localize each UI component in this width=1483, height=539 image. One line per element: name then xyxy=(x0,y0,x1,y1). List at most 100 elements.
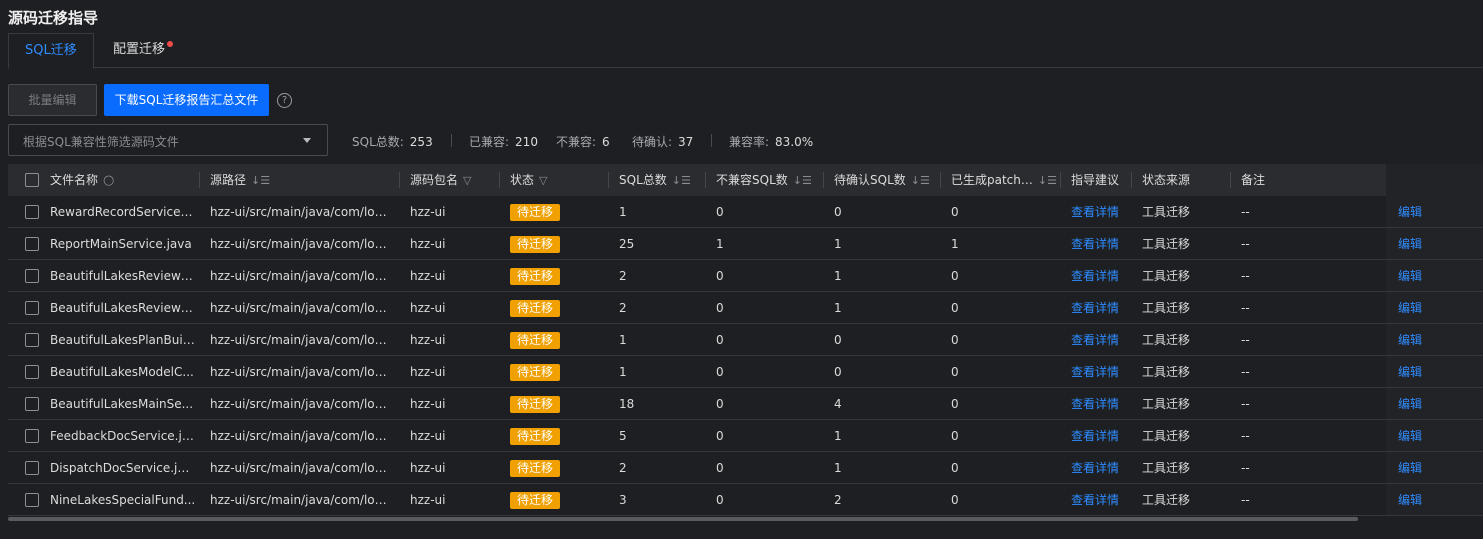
cell-path: hzz-ui/src/main/java/com/lonh... xyxy=(210,301,394,315)
cell-action[interactable]: 编辑 xyxy=(1398,228,1458,260)
cell-action[interactable]: 编辑 xyxy=(1398,324,1458,356)
cell-path: hzz-ui/src/main/java/com/lonh... xyxy=(210,205,394,219)
cell-status-source: 工具迁移 xyxy=(1142,493,1191,507)
cell-pending: 1 xyxy=(834,237,842,251)
header-filename[interactable]: 文件名称 ○ xyxy=(50,164,114,196)
cell-remark: -- xyxy=(1241,205,1250,219)
header-sql-total[interactable]: SQL总数 ↓☰ xyxy=(619,164,691,196)
cell-action[interactable]: 编辑 xyxy=(1398,388,1458,420)
row-checkbox[interactable] xyxy=(25,461,39,475)
cell-status: 待迁移 xyxy=(510,452,600,484)
table-row: BeautifulLakesPlanBuil... hzz-ui/src/main… xyxy=(8,324,1483,356)
cell-sql-total: 2 xyxy=(619,269,627,283)
cell-advice[interactable]: 查看详情 xyxy=(1071,324,1131,356)
cell-advice[interactable]: 查看详情 xyxy=(1071,260,1131,292)
cell-action[interactable]: 编辑 xyxy=(1398,356,1458,388)
table-row: BeautifulLakesReviewR... hzz-ui/src/main/… xyxy=(8,292,1483,324)
tab-bar: SQL迁移 配置迁移 xyxy=(8,33,1483,69)
row-checkbox[interactable] xyxy=(25,237,39,251)
filter-icon: ▽ xyxy=(463,174,472,187)
stat-pending: 待确认: 37 xyxy=(632,135,694,149)
horizontal-scrollbar[interactable] xyxy=(8,517,1358,521)
header-package[interactable]: 源码包名 ▽ xyxy=(410,164,471,196)
table-header: 文件名称 ○ 源路径 ↓☰ 源码包名 ▽ 状态 ▽ SQL总数 ↓☰ 不兼容SQL数 ↓☰ … xyxy=(8,164,1483,196)
cell-advice[interactable]: 查看详情 xyxy=(1071,452,1131,484)
status-badge: 待迁移 xyxy=(510,396,561,413)
row-checkbox[interactable] xyxy=(25,397,39,411)
cell-pending: 0 xyxy=(834,333,842,347)
cell-incompatible: 0 xyxy=(716,333,724,347)
cell-advice[interactable]: 查看详情 xyxy=(1071,388,1131,420)
table-row: DispatchDocService.java hzz-ui/src/main/j… xyxy=(8,452,1483,484)
header-path[interactable]: 源路径 ↓☰ xyxy=(210,164,270,196)
tab-label: SQL迁移 xyxy=(25,43,77,58)
cell-pending: 4 xyxy=(834,397,842,411)
cell-remark: -- xyxy=(1241,333,1250,347)
filter-placeholder: 根据SQL兼容性筛选源码文件 xyxy=(23,135,179,149)
header-incompatible[interactable]: 不兼容SQL数 ↓☰ xyxy=(716,164,812,196)
cell-incompatible: 0 xyxy=(716,429,724,443)
cell-advice[interactable]: 查看详情 xyxy=(1071,420,1131,452)
cell-package: hzz-ui xyxy=(410,493,446,507)
page-title: 源码迁移指导 xyxy=(8,9,99,27)
status-badge: 待迁移 xyxy=(510,236,561,253)
stat-sql-total: SQL总数: 253 xyxy=(352,135,433,149)
stat-rate: 兼容率: 83.0% xyxy=(729,135,814,149)
row-checkbox[interactable] xyxy=(25,301,39,315)
compatibility-filter-select[interactable]: 根据SQL兼容性筛选源码文件 xyxy=(8,124,328,156)
select-all-checkbox[interactable] xyxy=(25,173,39,187)
tab-sql-migration[interactable]: SQL迁移 xyxy=(8,33,94,69)
cell-action[interactable]: 编辑 xyxy=(1398,260,1458,292)
cell-advice[interactable]: 查看详情 xyxy=(1071,292,1131,324)
cell-path: hzz-ui/src/main/java/com/lonh... xyxy=(210,429,394,443)
table-row: ReportMainService.java hzz-ui/src/main/ja… xyxy=(8,228,1483,260)
cell-action[interactable]: 编辑 xyxy=(1398,196,1458,228)
status-badge: 待迁移 xyxy=(510,204,561,221)
cell-advice[interactable]: 查看详情 xyxy=(1071,196,1131,228)
cell-filename: ReportMainService.java xyxy=(50,237,192,251)
row-checkbox[interactable] xyxy=(25,269,39,283)
row-checkbox[interactable] xyxy=(25,333,39,347)
cell-filename: BeautifulLakesMainSe... xyxy=(50,397,194,411)
cell-action[interactable]: 编辑 xyxy=(1398,484,1458,516)
row-checkbox[interactable] xyxy=(25,493,39,507)
batch-edit-button[interactable]: 批量编辑 xyxy=(8,84,97,116)
cell-patch: 0 xyxy=(951,365,959,379)
cell-status: 待迁移 xyxy=(510,196,600,228)
cell-incompatible: 0 xyxy=(716,461,724,475)
cell-advice[interactable]: 查看详情 xyxy=(1071,356,1131,388)
cell-action[interactable]: 编辑 xyxy=(1398,420,1458,452)
cell-sql-total: 3 xyxy=(619,493,627,507)
cell-action[interactable]: 编辑 xyxy=(1398,292,1458,324)
cell-package: hzz-ui xyxy=(410,429,446,443)
table-row: BeautifulLakesMainSe... hzz-ui/src/main/j… xyxy=(8,388,1483,420)
status-badge: 待迁移 xyxy=(510,460,561,477)
cell-status-source: 工具迁移 xyxy=(1142,365,1191,379)
cell-patch: 0 xyxy=(951,301,959,315)
header-status-source: 状态来源 xyxy=(1142,173,1191,187)
cell-package: hzz-ui xyxy=(410,301,446,315)
cell-status-source: 工具迁移 xyxy=(1142,237,1191,251)
cell-remark: -- xyxy=(1241,493,1250,507)
cell-advice[interactable]: 查看详情 xyxy=(1071,484,1131,516)
cell-remark: -- xyxy=(1241,237,1250,251)
sort-icon: ↓☰ xyxy=(251,174,271,187)
help-icon[interactable]: ? xyxy=(277,93,292,108)
status-badge: 待迁移 xyxy=(510,268,561,285)
header-patch[interactable]: 已生成patch… ↓☰ xyxy=(951,164,1057,196)
cell-action[interactable]: 编辑 xyxy=(1398,452,1458,484)
row-checkbox[interactable] xyxy=(25,429,39,443)
cell-patch: 0 xyxy=(951,397,959,411)
cell-sql-total: 2 xyxy=(619,301,627,315)
table-row: NineLakesSpecialFund... hzz-ui/src/main/j… xyxy=(8,484,1483,516)
header-pending[interactable]: 待确认SQL数 ↓☰ xyxy=(834,164,930,196)
cell-filename: RewardRecordService.j... xyxy=(50,205,196,219)
cell-remark: -- xyxy=(1241,301,1250,315)
row-checkbox[interactable] xyxy=(25,365,39,379)
row-checkbox[interactable] xyxy=(25,205,39,219)
cell-advice[interactable]: 查看详情 xyxy=(1071,228,1131,260)
tab-config-migration[interactable]: 配置迁移 xyxy=(97,33,181,68)
cell-sql-total: 1 xyxy=(619,365,627,379)
header-status[interactable]: 状态 ▽ xyxy=(510,164,547,196)
download-report-button[interactable]: 下载SQL迁移报告汇总文件 xyxy=(104,84,269,116)
